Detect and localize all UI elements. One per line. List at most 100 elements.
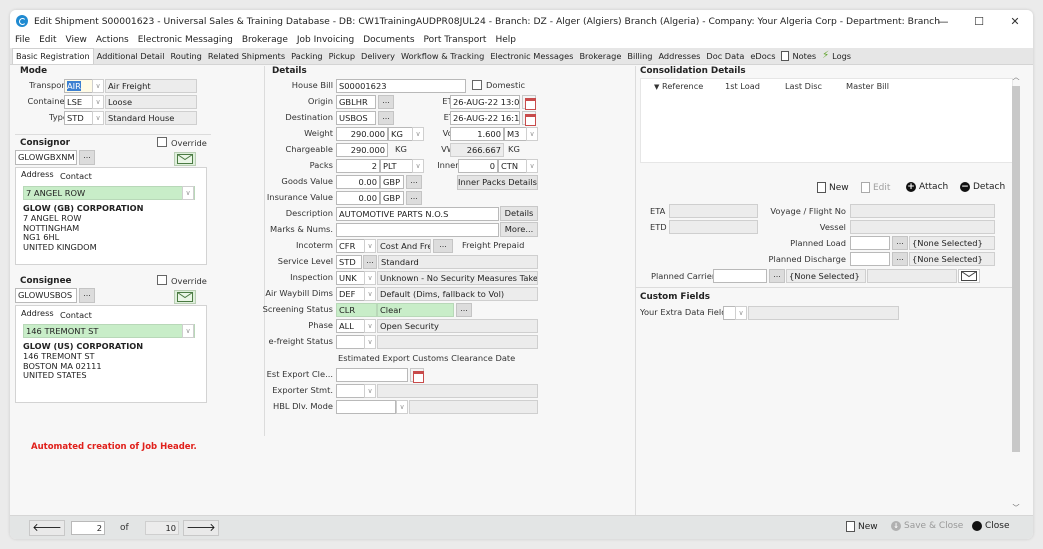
- house-bill-field[interactable]: S00001623: [336, 79, 466, 93]
- packs-field[interactable]: 2: [336, 159, 380, 173]
- tab-packing[interactable]: Packing: [288, 51, 326, 64]
- efreight-status-dropdown[interactable]: ∨: [364, 335, 376, 349]
- vol-unit-field[interactable]: M3: [504, 127, 528, 141]
- consol-detach-button[interactable]: − Detach: [960, 182, 1005, 192]
- tab-logs[interactable]: ⚡ Logs: [819, 50, 854, 64]
- menu-port-transport[interactable]: Port Transport: [424, 35, 487, 45]
- vol-field[interactable]: 1.600: [450, 127, 504, 141]
- inspection-dropdown[interactable]: ∨: [364, 271, 376, 285]
- description-details-button[interactable]: Details: [500, 206, 538, 221]
- marks-field[interactable]: [336, 223, 499, 237]
- est-export-calendar-icon[interactable]: [410, 368, 424, 383]
- save-and-close-button[interactable]: ↓ Save & Close: [891, 521, 963, 531]
- menu-help[interactable]: Help: [495, 35, 516, 45]
- consignee-code-field[interactable]: GLOWUSBOS: [15, 288, 77, 303]
- column-header-reference[interactable]: ▼ Reference: [654, 81, 703, 91]
- tab-related-shipments[interactable]: Related Shipments: [205, 51, 288, 64]
- vertical-scrollbar[interactable]: ︿ ﹀: [1011, 72, 1021, 512]
- consignee-address-dropdown[interactable]: ∨: [182, 324, 194, 338]
- weight-unit-field[interactable]: KG: [388, 127, 414, 141]
- marks-more-button[interactable]: More...: [500, 222, 538, 237]
- tab-addresses[interactable]: Addresses: [655, 51, 703, 64]
- consignor-address-dropdown[interactable]: ∨: [182, 186, 194, 200]
- tab-electronic-messages[interactable]: Electronic Messages: [487, 51, 576, 64]
- consignee-tab-contact[interactable]: Contact: [60, 310, 92, 320]
- scroll-up-icon[interactable]: ︿: [1011, 72, 1021, 82]
- incoterm-code-field[interactable]: CFR: [336, 239, 366, 253]
- tab-workflow-tracking[interactable]: Workflow & Tracking: [398, 51, 487, 64]
- menu-file[interactable]: File: [15, 35, 30, 45]
- menu-documents[interactable]: Documents: [363, 35, 414, 45]
- exporter-stmt-code-field[interactable]: [336, 384, 366, 398]
- screening-status-lookup-button[interactable]: ...: [456, 303, 472, 317]
- inners-unit-dropdown[interactable]: ∨: [526, 159, 538, 173]
- service-level-lookup-button[interactable]: ...: [363, 255, 377, 269]
- record-page-field[interactable]: 2: [71, 521, 105, 535]
- incoterm-dropdown[interactable]: ∨: [364, 239, 376, 253]
- planned-discharge-lookup-button[interactable]: ...: [892, 252, 908, 266]
- type-code-field[interactable]: STD: [64, 111, 94, 125]
- destination-lookup-button[interactable]: ...: [378, 111, 394, 125]
- extra-data-field-dropdown[interactable]: ∨: [735, 306, 747, 320]
- etd-field[interactable]: 26-AUG-22 13:00: [450, 95, 520, 109]
- domestic-checkbox[interactable]: [472, 80, 482, 90]
- eta-field[interactable]: 26-AUG-22 16:15: [450, 111, 520, 125]
- planned-carrier-lookup-button[interactable]: ...: [769, 269, 785, 283]
- chargeable-field[interactable]: 290.000: [336, 143, 388, 157]
- planned-carrier-field[interactable]: [713, 269, 767, 283]
- planned-discharge-field[interactable]: [850, 252, 890, 266]
- vol-unit-dropdown[interactable]: ∨: [526, 127, 538, 141]
- consignee-lookup-button[interactable]: ...: [79, 288, 95, 303]
- goods-value-field[interactable]: 0.00: [336, 175, 380, 189]
- scrollbar-thumb[interactable]: [1012, 86, 1020, 452]
- incoterm-lookup-button[interactable]: ...: [433, 239, 453, 253]
- destination-field[interactable]: USBOS: [336, 111, 376, 125]
- origin-lookup-button[interactable]: ...: [378, 95, 394, 109]
- consignor-address-select[interactable]: 7 ANGEL ROW: [23, 186, 195, 200]
- phase-code-field[interactable]: ALL: [336, 319, 366, 333]
- awb-dims-dropdown[interactable]: ∨: [364, 287, 376, 301]
- tab-routing[interactable]: Routing: [167, 51, 204, 64]
- est-export-field[interactable]: [336, 368, 408, 382]
- consignor-override-checkbox[interactable]: [157, 137, 167, 147]
- planned-load-field[interactable]: [850, 236, 890, 250]
- container-dropdown[interactable]: ∨: [92, 95, 104, 109]
- planned-carrier-contact-select[interactable]: [867, 269, 957, 283]
- phase-dropdown[interactable]: ∨: [364, 319, 376, 333]
- consol-attach-button[interactable]: + Attach: [906, 182, 948, 192]
- menu-actions[interactable]: Actions: [96, 35, 129, 45]
- close-window-button[interactable]: ✕: [997, 10, 1033, 32]
- close-button[interactable]: Close: [972, 521, 1010, 531]
- type-dropdown[interactable]: ∨: [92, 111, 104, 125]
- container-code-field[interactable]: LSE: [64, 95, 94, 109]
- previous-record-button[interactable]: 🡐: [29, 520, 65, 536]
- transport-code-field[interactable]: AIR: [64, 79, 94, 93]
- awb-dims-code-field[interactable]: DEF: [336, 287, 366, 301]
- scroll-down-icon[interactable]: ﹀: [1011, 503, 1021, 513]
- consignor-tab-address[interactable]: Address: [21, 169, 54, 179]
- consignee-tab-address[interactable]: Address: [21, 308, 54, 318]
- consignee-address-select[interactable]: 146 TREMONT ST: [23, 324, 195, 338]
- hbl-dlv-mode-dropdown[interactable]: ∨: [396, 400, 408, 414]
- screening-status-code-field[interactable]: CLR: [336, 303, 377, 317]
- menu-electronic-messaging[interactable]: Electronic Messaging: [138, 35, 233, 45]
- footer-new-button[interactable]: New: [846, 521, 878, 532]
- weight-field[interactable]: 290.000: [336, 127, 388, 141]
- transport-dropdown[interactable]: ∨: [92, 79, 104, 93]
- tab-pickup[interactable]: Pickup: [326, 51, 358, 64]
- column-header-1st-load[interactable]: 1st Load: [725, 81, 760, 91]
- packs-unit-dropdown[interactable]: ∨: [412, 159, 424, 173]
- tab-doc-data[interactable]: Doc Data: [703, 51, 747, 64]
- weight-unit-dropdown[interactable]: ∨: [412, 127, 424, 141]
- insurance-value-currency-lookup[interactable]: ...: [406, 191, 422, 205]
- planned-load-lookup-button[interactable]: ...: [892, 236, 908, 250]
- origin-field[interactable]: GBLHR: [336, 95, 376, 109]
- menu-brokerage[interactable]: Brokerage: [242, 35, 288, 45]
- inners-field[interactable]: 0: [458, 159, 498, 173]
- menu-job-invoicing[interactable]: Job Invoicing: [297, 35, 354, 45]
- tab-billing[interactable]: Billing: [624, 51, 655, 64]
- service-level-code-field[interactable]: STD: [336, 255, 362, 269]
- inner-packs-details-button[interactable]: Inner Packs Details: [457, 175, 538, 190]
- inspection-code-field[interactable]: UNK: [336, 271, 366, 285]
- inners-unit-field[interactable]: CTN: [498, 159, 528, 173]
